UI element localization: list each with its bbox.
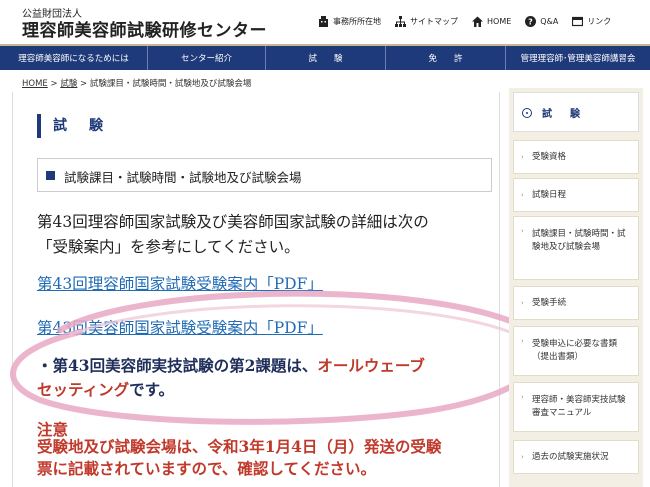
subheading-box: 試験課目・試験時間・試験地及び試験会場 [37,158,492,192]
utility-link-label: 事務所所在地 [333,17,381,26]
breadcrumb-current: 試験課目・試験時間・試験地及び試験会場 [89,79,252,89]
nav-item-become[interactable]: 理容師美容師になるためには [0,46,148,70]
warning-line: 票に記載されていますので、確認してください。 [37,459,376,478]
sitemap-icon [395,16,406,27]
main-nav: 理容師美容師になるためには センター紹介 試 験 免 許 管理理容師･管理美容師… [0,44,650,70]
chevron-right-icon: › [521,453,524,461]
sidebar-item-past-results[interactable]: › 過去の試験実施状況 [513,440,639,474]
site-header: 公益財団法人 理容師美容師試験研修センター 事務所所在地 サイトマップ HOME… [0,0,650,42]
utility-link-label: HOME [487,17,512,26]
sidebar-item-label: 理容師・美容師実技試験審査マニュアル [532,395,626,418]
building-icon [318,16,329,27]
circle-bullet-icon [522,108,532,118]
sidebar-item-label: 受験資格 [532,152,567,162]
notice-text: です。 [129,380,175,399]
sidebar-item-subjects[interactable]: › 試験課目・試験時間・試験地及び試験会場 [513,216,639,280]
sidebar-item-manual[interactable]: › 理容師・美容師実技試験審査マニュアル [513,382,639,432]
sidebar-item-schedule[interactable]: › 試験日程 [513,178,639,212]
sidebar-item-procedure[interactable]: › 受験手続 [513,286,639,320]
notice-text: ・第43回美容師実技試験の第2課題は、 [37,356,318,375]
sidebar-item-label: 受験申込に必要な書類（提出書類） [532,339,618,362]
utility-link-label: リンク [587,17,612,26]
sidebar-item-documents[interactable]: › 受験申込に必要な書類（提出書類） [513,326,639,376]
utility-link-office[interactable]: 事務所所在地 [318,16,381,27]
chevron-right-icon: › [521,299,524,307]
sidebar-item-label: 試験日程 [532,190,567,200]
svg-text:?: ? [528,18,533,27]
sidebar-item-label: 試験課目・試験時間・試験地及び試験会場 [532,229,626,252]
nav-item-about[interactable]: センター紹介 [148,46,266,70]
window-icon [572,16,584,27]
utility-link-label: サイトマップ [410,17,458,26]
utility-link-sitemap[interactable]: サイトマップ [395,16,458,27]
question-icon: ? [525,16,537,27]
utility-link-label: Q&A [540,17,559,26]
utility-nav: 事務所所在地 サイトマップ HOME ? Q&A リンク [318,16,625,27]
breadcrumb: HOME > 試験 > 試験課目・試験時間・試験地及び試験会場 [22,77,251,89]
intro-line: 第43回理容師国家試験及び美容師国家試験の詳細は次の [37,213,429,231]
square-bullet-icon [46,171,55,180]
barber-guide-pdf-link[interactable]: 第43回理容師国家試験受験案内「PDF」 [37,272,323,294]
utility-link-qa[interactable]: ? Q&A [525,16,558,27]
main-content: 試 験 試験課目・試験時間・試験地及び試験会場 第43回理容師国家試験及び美容師… [12,92,500,487]
sidebar: 試 験 › 受験資格 › 試験日程 › 試験課目・試験時間・試験地及び試験会場 … [509,88,643,487]
breadcrumb-home[interactable]: HOME [22,79,48,89]
chevron-right-icon: › [521,191,524,199]
subheading: 試験課目・試験時間・試験地及び試験会場 [64,170,302,185]
warning-line: 受験地及び試験会場は、令和3年1月4日（月）発送の受験 [37,437,442,456]
sidebar-title: 試 験 [542,109,584,120]
nav-item-license[interactable]: 免 許 [386,46,506,70]
sidebar-item-label: 受験手続 [532,298,567,308]
nav-item-course[interactable]: 管理理容師･管理美容師講習会 [506,46,650,70]
nav-item-exam[interactable]: 試 験 [266,46,386,70]
breadcrumb-separator: > [47,79,61,89]
chevron-right-icon: › [521,337,524,345]
page-title: 試 験 [37,114,107,138]
notice-highlight: セッティング [37,380,130,399]
chevron-right-icon: › [521,227,524,235]
breadcrumb-exam[interactable]: 試験 [60,79,77,89]
beauty-guide-pdf-link[interactable]: 第43回美容師国家試験受験案内「PDF」 [37,316,323,338]
notice-bullet: ・第43回美容師実技試験の第2課題は、オールウェーブ セッティングです。 [37,354,507,402]
sidebar-header[interactable]: 試 験 [513,92,639,132]
home-icon [472,16,483,27]
sidebar-item-label: 過去の試験実施状況 [532,452,609,462]
intro-text: 第43回理容師国家試験及び美容師国家試験の詳細は次の 「受験案内」を参考にしてく… [37,210,497,260]
utility-link-links[interactable]: リンク [572,16,611,27]
intro-line: 「受験案内」を参考にしてください。 [37,238,300,256]
warning-text: 受験地及び試験会場は、令和3年1月4日（月）発送の受験 票に記載されていますので… [37,436,507,480]
notice-highlight: オールウェーブ [317,356,425,375]
chevron-right-icon: › [521,153,524,161]
sidebar-item-qualification[interactable]: › 受験資格 [513,140,639,174]
site-logo-text[interactable]: 理容師美容師試験研修センター [22,16,267,41]
utility-link-home[interactable]: HOME [472,16,511,27]
breadcrumb-separator: > [77,79,90,89]
chevron-right-icon: › [521,393,524,401]
